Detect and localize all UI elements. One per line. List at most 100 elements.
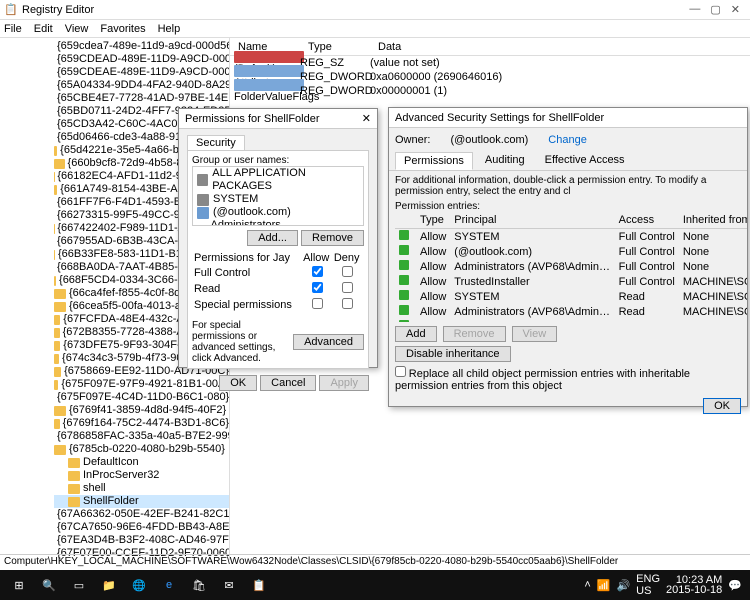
entry-row[interactable]: AllowAdministrators (AVP68\Admin…ReadMAC… (395, 304, 747, 319)
folder-icon (54, 354, 59, 364)
add-button[interactable]: Add... (247, 230, 298, 246)
maximize-button[interactable]: ▢ (710, 3, 720, 16)
tree-item[interactable]: shell (54, 482, 229, 495)
folder-icon (54, 367, 61, 377)
change-owner-link[interactable]: Change (548, 134, 587, 146)
advanced-button[interactable]: Advanced (293, 334, 364, 350)
tree-item[interactable]: {67CA7650-96E6-4FDD-BB43-A8E474EF73A37} (54, 521, 229, 534)
regedit-icon[interactable]: 📋 (246, 574, 272, 596)
menu-file[interactable]: File (4, 23, 22, 35)
tree-item[interactable]: {67A66362-050E-42EF-B241-82C1F51EA5B9} (54, 508, 229, 521)
tree-item[interactable]: {659cdea7-489e-11d9-a9cd-000d56965251} (54, 40, 229, 53)
entries-table[interactable]: Type Principal Access Inherited from App… (395, 212, 747, 322)
principal-item[interactable]: ALL APPLICATION PACKAGES (193, 167, 363, 193)
chrome-icon[interactable]: 🌐 (126, 574, 152, 596)
tree-item[interactable]: {659CDEAD-489E-11D9-A9CD-000D56965251} (54, 53, 229, 66)
window-title: Registry Editor (22, 4, 689, 16)
tree-item[interactable]: {6769f41-3859-4d8d-94f5-40F2} (54, 404, 229, 417)
tab-effective[interactable]: Effective Access (537, 152, 633, 170)
tree-item[interactable]: {67EA3D4B-B3F2-408C-AD46-97F207D79D83} (54, 534, 229, 547)
cancel-button[interactable]: Cancel (260, 375, 316, 391)
principal-item[interactable]: (@outlook.com) (193, 206, 363, 219)
tab-permissions[interactable]: Permissions (395, 152, 473, 170)
edge-icon[interactable]: e (156, 574, 182, 596)
tree-item[interactable]: {65CBE4E7-7728-41AD-97BE-14E1CAE36AAE} (54, 92, 229, 105)
entry-row[interactable]: Allow(@outlook.com)Full ControlNoneThis … (395, 244, 747, 259)
close-button[interactable]: ✕ (731, 3, 740, 16)
adv-ok-button[interactable]: OK (703, 398, 741, 414)
remove-button[interactable]: Remove (301, 230, 364, 246)
lang-indicator[interactable]: ENGUS (636, 573, 660, 597)
folder-icon (68, 471, 80, 481)
value-icon (234, 65, 304, 77)
principal-item[interactable]: Administrators (AVP68\Administrators) (193, 219, 363, 226)
principal-item[interactable]: SYSTEM (193, 193, 363, 206)
store-icon[interactable]: 🛍 (186, 574, 212, 596)
start-button[interactable]: ⊞ (6, 574, 32, 596)
adv-add-button[interactable]: Add (395, 326, 437, 342)
volume-icon[interactable]: 🔊 (616, 579, 630, 592)
folder-icon (68, 497, 80, 507)
allow-icon (399, 320, 409, 322)
value-row[interactable]: FolderValueFlagsREG_DWORD0x00000001 (1) (230, 84, 750, 98)
tree-item[interactable]: InProcServer32 (54, 469, 229, 482)
tree-item[interactable]: {65A04334-9DD4-4FA2-940D-8A2982B8BA24} (54, 79, 229, 92)
taskbar[interactable]: ⊞ 🔍 ▭ 📁 🌐 e 🛍 ✉ 📋 ˄ 📶 🔊 ENGUS 10:23 AM20… (0, 570, 750, 600)
minimize-button[interactable]: — (689, 3, 700, 16)
deny-checkbox[interactable] (342, 298, 353, 309)
tab-security[interactable]: Security (187, 135, 245, 151)
allow-checkbox[interactable] (312, 266, 323, 277)
menu-view[interactable]: View (65, 23, 89, 35)
permissions-table: Permissions for JayAllowDeny Full Contro… (192, 250, 364, 314)
menu-help[interactable]: Help (158, 23, 181, 35)
deny-checkbox[interactable] (342, 266, 353, 277)
entry-row[interactable]: AllowTrustedInstallerFull ControlMACHINE… (395, 274, 747, 289)
allow-icon (399, 260, 409, 270)
adv-view-button[interactable]: View (512, 326, 558, 342)
tree-item[interactable]: {659CDEAE-489E-11D9-A9CD-000D56965251} (54, 66, 229, 79)
explorer-icon[interactable]: 📁 (96, 574, 122, 596)
tree-item[interactable]: ShellFolder (54, 495, 229, 508)
menu-edit[interactable]: Edit (34, 23, 53, 35)
value-icon (234, 79, 304, 91)
allow-icon (399, 305, 409, 315)
advanced-security-dialog: Advanced Security Settings for ShellFold… (388, 107, 748, 407)
principals-list[interactable]: ALL APPLICATION PACKAGESSYSTEM(@outlook.… (192, 166, 364, 226)
tray-chevron-icon[interactable]: ˄ (584, 579, 590, 591)
notifications-icon[interactable]: 💬 (728, 579, 742, 592)
network-icon[interactable]: 📶 (597, 579, 611, 592)
taskview-icon[interactable]: ▭ (66, 574, 92, 596)
tab-auditing[interactable]: Auditing (477, 152, 533, 170)
menu-bar: File Edit View Favorites Help (0, 20, 750, 38)
value-icon (234, 51, 304, 63)
col-data[interactable]: Data (370, 41, 750, 53)
folder-icon (54, 341, 60, 351)
menu-favorites[interactable]: Favorites (100, 23, 145, 35)
tree-item[interactable]: {6785cb-0220-4080-b29b-5540} (54, 443, 229, 456)
tree-item[interactable]: {6786858FAC-335a-40a5-B7E2-999} (54, 430, 229, 443)
replace-label: Replace all child object permission entr… (395, 368, 690, 392)
folder-icon (54, 419, 60, 429)
value-row[interactable]: (Default)REG_SZ(value not set) (230, 56, 750, 70)
entry-row[interactable]: AllowSYSTEMReadMACHINE\SOFTWARE\…This ke… (395, 289, 747, 304)
close-icon[interactable]: ✕ (362, 112, 371, 125)
apply-button[interactable]: Apply (319, 375, 369, 391)
disable-inheritance-button[interactable]: Disable inheritance (395, 346, 511, 362)
folder-icon (54, 276, 56, 286)
entry-row[interactable]: AllowAdministrators (AVP68\Admin…Full Co… (395, 259, 747, 274)
mail-icon[interactable]: ✉ (216, 574, 242, 596)
clock[interactable]: 10:23 AM2015-10-18 (666, 575, 722, 595)
col-type[interactable]: Type (300, 41, 370, 53)
adv-remove-button[interactable]: Remove (443, 326, 506, 342)
value-row[interactable]: AttributesREG_DWORD0xa0600000 (269064601… (230, 70, 750, 84)
tree-item[interactable]: DefaultIcon (54, 456, 229, 469)
allow-checkbox[interactable] (312, 282, 323, 293)
replace-checkbox[interactable] (395, 366, 406, 377)
folder-icon (54, 250, 55, 260)
entry-row[interactable]: AllowSYSTEMFull ControlNoneThis key an (395, 229, 747, 245)
allow-checkbox[interactable] (312, 298, 323, 309)
deny-checkbox[interactable] (342, 282, 353, 293)
tree-item[interactable]: {6769f164-75C2-4474-B3D1-8C6} (54, 417, 229, 430)
ok-button[interactable]: OK (219, 375, 257, 391)
search-icon[interactable]: 🔍 (36, 574, 62, 596)
